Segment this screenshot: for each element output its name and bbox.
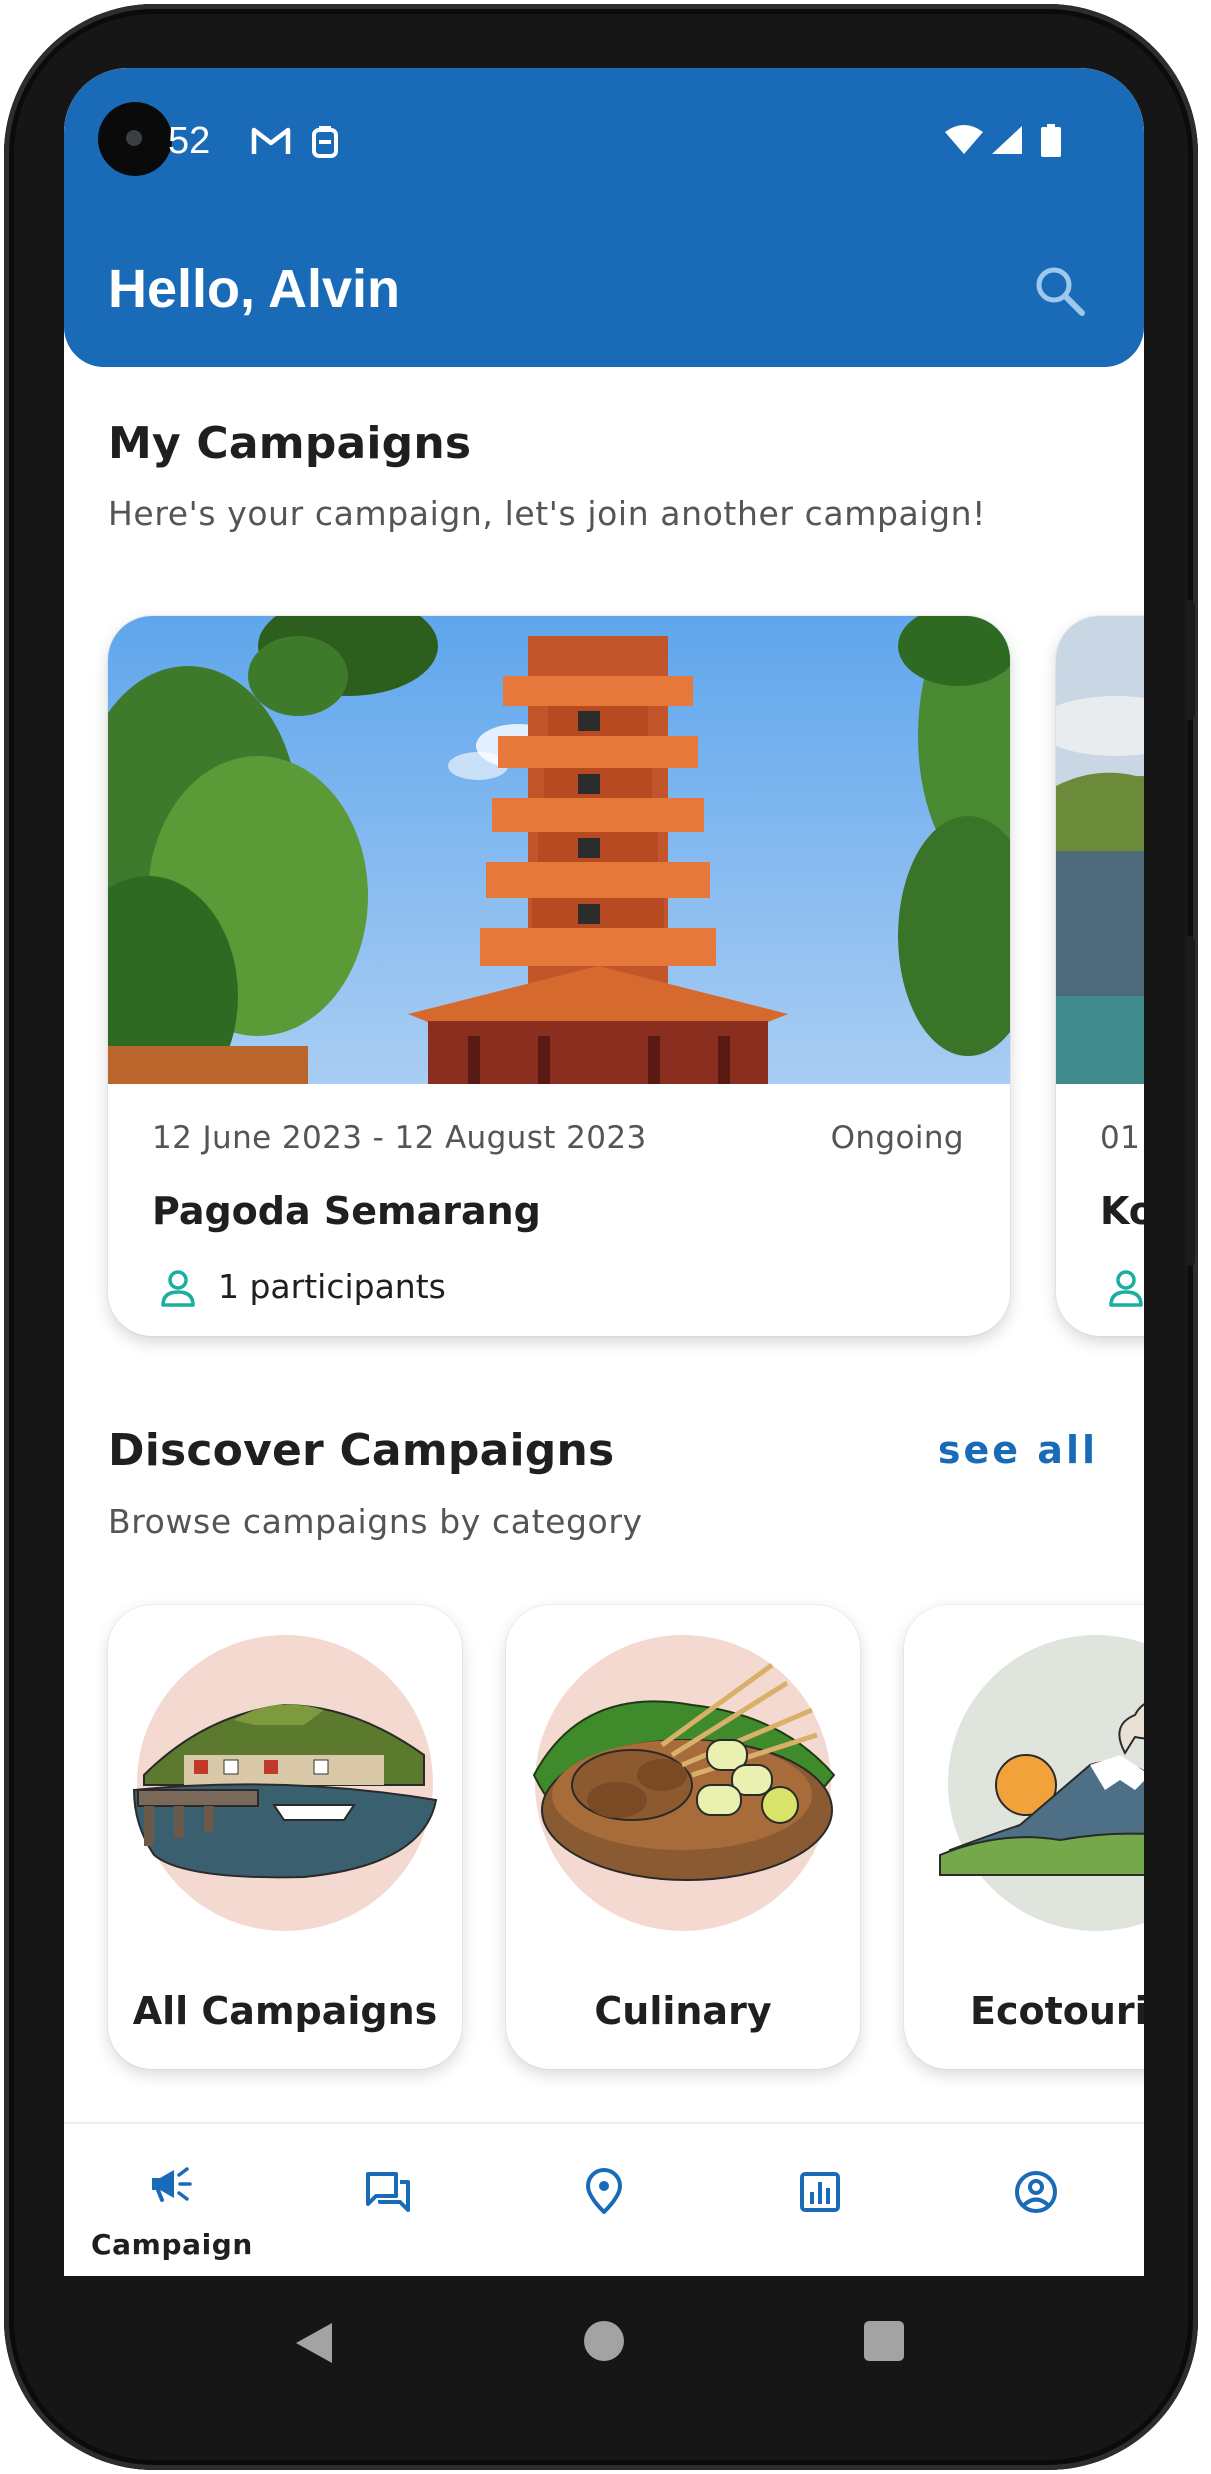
storage-notification-icon bbox=[312, 126, 338, 158]
account-icon bbox=[1015, 2171, 1057, 2213]
gmail-icon bbox=[251, 127, 291, 154]
location-pin-icon bbox=[586, 2168, 622, 2214]
app-header: 52 Hello, Alvin bbox=[64, 68, 1144, 367]
status-bar: 52 bbox=[64, 120, 1144, 162]
person-icon bbox=[1109, 1270, 1143, 1307]
nav-item-forum[interactable] bbox=[280, 2124, 496, 2276]
person-icon bbox=[161, 1270, 195, 1307]
nav-label: Campaign bbox=[91, 2228, 253, 2261]
bar-chart-icon bbox=[800, 2172, 840, 2212]
system-home-icon[interactable] bbox=[584, 2321, 624, 2361]
bottom-navigation: Campaign bbox=[64, 2122, 1144, 2276]
campaign-name: Pagoda Semarang bbox=[152, 1189, 541, 1233]
island-harbor-illustration bbox=[132, 1635, 438, 1931]
discover-subtitle: Browse campaigns by category bbox=[108, 1502, 643, 1541]
status-time: 52 bbox=[168, 120, 211, 162]
campaign-card[interactable]: 01 Ko bbox=[1056, 616, 1144, 1336]
discover-title: Discover Campaigns bbox=[108, 1425, 615, 1476]
system-recents-icon[interactable] bbox=[864, 2321, 904, 2361]
wifi-icon bbox=[945, 125, 983, 154]
campaign-image bbox=[108, 616, 1010, 1084]
category-card-all-campaigns[interactable]: All Campaigns bbox=[108, 1605, 462, 2069]
campaign-card[interactable]: 12 June 2023 - 12 August 2023 Ongoing Pa… bbox=[108, 616, 1010, 1336]
my-campaigns-title: My Campaigns bbox=[108, 418, 472, 469]
nav-item-profile[interactable] bbox=[928, 2124, 1144, 2276]
nav-item-location[interactable] bbox=[496, 2124, 712, 2276]
battery-icon bbox=[1041, 124, 1061, 157]
see-all-link[interactable]: see all bbox=[938, 1428, 1098, 1472]
greeting-title: Hello, Alvin bbox=[108, 259, 401, 319]
campaign-participants: 1 participants bbox=[218, 1267, 446, 1306]
campaign-image bbox=[1056, 616, 1144, 1084]
system-back-icon[interactable] bbox=[292, 2319, 336, 2367]
campaign-status: Ongoing bbox=[830, 1120, 964, 1156]
my-campaigns-subtitle: Here's your campaign, let's join another… bbox=[108, 494, 986, 533]
category-label: Culinary bbox=[594, 1989, 772, 2033]
nav-item-stats[interactable] bbox=[712, 2124, 928, 2276]
app-screen: 52 Hello, Alvin My Campaigns Here's your… bbox=[64, 68, 1144, 2276]
cellular-signal-icon bbox=[992, 126, 1022, 154]
search-icon[interactable] bbox=[1032, 263, 1088, 319]
volcano-illustration bbox=[939, 1635, 1144, 1931]
campaign-date-range: 01 bbox=[1100, 1120, 1141, 1156]
category-label: All Campaigns bbox=[132, 1989, 438, 2033]
campaign-date-range: 12 June 2023 - 12 August 2023 bbox=[152, 1120, 647, 1156]
satay-dish-illustration bbox=[532, 1635, 836, 1931]
power-button bbox=[1185, 600, 1195, 720]
volume-button bbox=[1185, 936, 1195, 1266]
nav-item-campaign[interactable]: Campaign bbox=[64, 2124, 280, 2276]
megaphone-icon bbox=[152, 2167, 192, 2202]
campaign-name: Ko bbox=[1100, 1189, 1144, 1233]
category-label: Ecotouris bbox=[970, 1989, 1144, 2033]
phone-frame: 52 Hello, Alvin My Campaigns Here's your… bbox=[4, 4, 1198, 2470]
forum-icon bbox=[366, 2172, 410, 2212]
category-card-culinary[interactable]: Culinary bbox=[506, 1605, 860, 2069]
category-card-ecotourism[interactable]: Ecotouris bbox=[904, 1605, 1144, 2069]
